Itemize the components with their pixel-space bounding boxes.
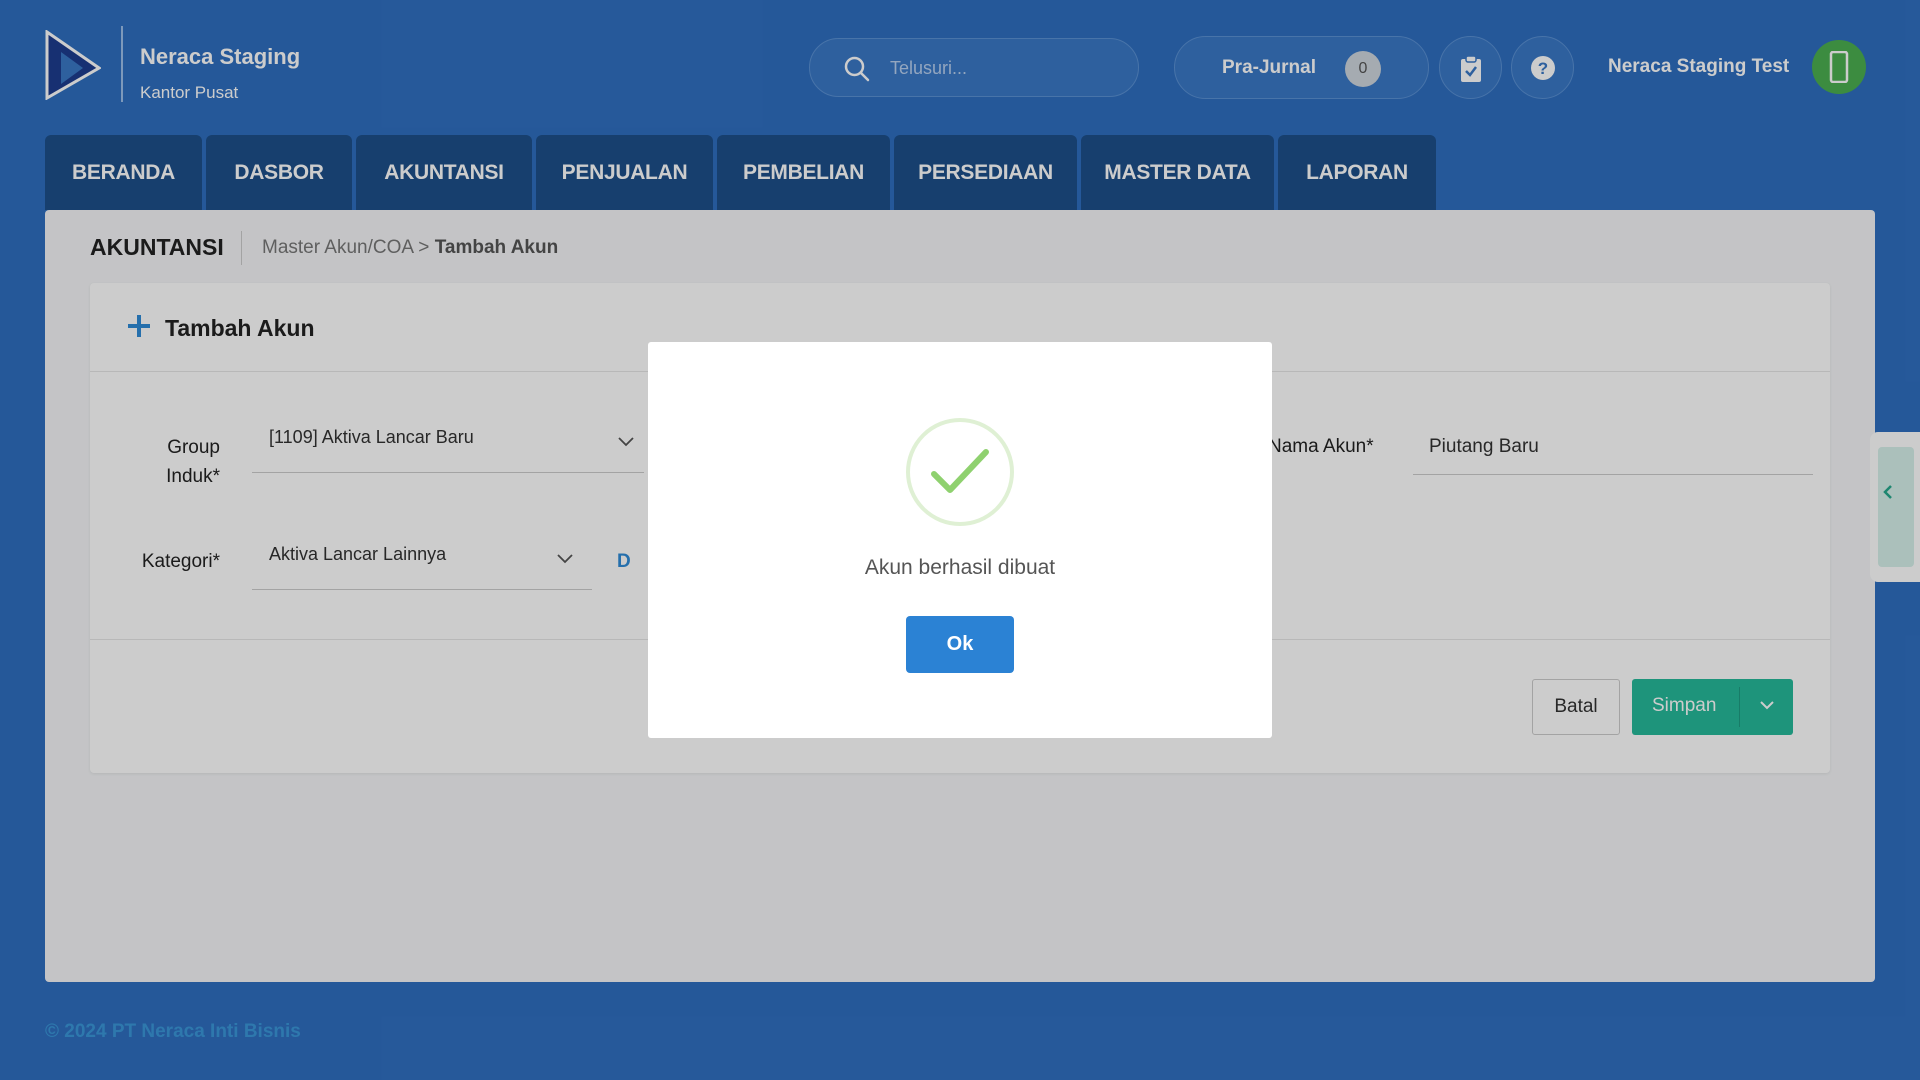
dialog-message: Akun berhasil dibuat <box>864 556 1056 579</box>
success-check-icon <box>906 418 1014 526</box>
success-dialog: Akun berhasil dibuat Ok <box>648 342 1272 738</box>
ok-button[interactable]: Ok <box>906 616 1014 673</box>
